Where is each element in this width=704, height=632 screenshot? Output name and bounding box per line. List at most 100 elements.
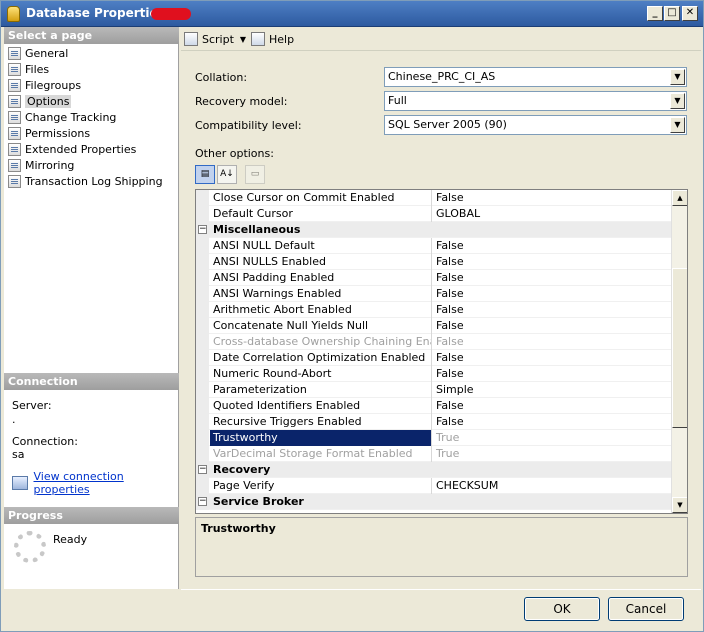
- scroll-thumb[interactable]: [672, 268, 687, 428]
- script-button[interactable]: Script ▼: [184, 30, 246, 48]
- collapse-icon[interactable]: −: [198, 497, 207, 506]
- grid-row[interactable]: Close Cursor on Commit Enabled False: [196, 190, 687, 206]
- grid-row[interactable]: VarDecimal Storage Format Enabled True: [196, 446, 687, 462]
- connection-value: sa: [12, 448, 25, 461]
- description-title: Trustworthy: [201, 522, 276, 535]
- property-value[interactable]: GLOBAL: [433, 206, 670, 222]
- property-name: ANSI NULL Default: [210, 238, 432, 254]
- property-value[interactable]: False: [433, 318, 670, 334]
- property-value[interactable]: False: [433, 286, 670, 302]
- grid-row[interactable]: ANSI NULL Default False: [196, 238, 687, 254]
- grid-category[interactable]: − Miscellaneous: [196, 222, 687, 238]
- grid-row[interactable]: Parameterization Simple: [196, 382, 687, 398]
- cancel-button[interactable]: Cancel: [608, 597, 684, 621]
- property-value[interactable]: False: [433, 414, 670, 430]
- grid-row[interactable]: Trustworthy True: [196, 430, 687, 446]
- grid-row[interactable]: Recursive Triggers Enabled False: [196, 414, 687, 430]
- grid-category[interactable]: − Service Broker: [196, 494, 687, 510]
- grid-category[interactable]: − Recovery: [196, 462, 687, 478]
- chevron-down-icon: ▼: [239, 34, 247, 44]
- grid-row[interactable]: ANSI Padding Enabled False: [196, 270, 687, 286]
- row-gutter[interactable]: −: [196, 494, 209, 510]
- row-gutter[interactable]: −: [196, 222, 209, 238]
- database-icon: [7, 6, 20, 22]
- compatibility-level-select[interactable]: SQL Server 2005 (90) ▼: [384, 115, 687, 135]
- page-item-permissions[interactable]: Permissions: [8, 125, 178, 141]
- grid-row[interactable]: Quoted Identifiers Enabled False: [196, 398, 687, 414]
- categorized-sort-icon[interactable]: ▤: [195, 165, 215, 184]
- page-item-label: Change Tracking: [25, 110, 117, 124]
- chevron-down-icon[interactable]: ▼: [670, 117, 685, 133]
- recovery-model-select[interactable]: Full ▼: [384, 91, 687, 111]
- property-value[interactable]: True: [433, 430, 670, 446]
- property-value[interactable]: False: [433, 302, 670, 318]
- ok-button[interactable]: OK: [524, 597, 600, 621]
- page-item-files[interactable]: Files: [8, 61, 178, 77]
- property-value[interactable]: False: [433, 350, 670, 366]
- page-item-general[interactable]: General: [8, 45, 178, 61]
- property-value[interactable]: False: [433, 270, 670, 286]
- grid-scrollbar[interactable]: ▲ ▼: [671, 190, 687, 513]
- row-gutter: [196, 318, 209, 334]
- page-icon: [8, 142, 21, 156]
- property-value[interactable]: False: [433, 334, 670, 350]
- server-label: Server:: [12, 399, 52, 412]
- property-name: Service Broker: [213, 495, 304, 508]
- page-item-label: Permissions: [25, 126, 91, 140]
- collapse-icon[interactable]: −: [198, 465, 207, 474]
- page-item-label: Transaction Log Shipping: [25, 174, 163, 188]
- property-name: Arithmetic Abort Enabled: [210, 302, 432, 318]
- close-button[interactable]: ✕: [682, 6, 698, 21]
- grid-row[interactable]: Arithmetic Abort Enabled False: [196, 302, 687, 318]
- property-value[interactable]: False: [433, 366, 670, 382]
- recovery-model-value: Full: [388, 94, 407, 107]
- property-value[interactable]: Simple: [433, 382, 670, 398]
- grid-row[interactable]: ANSI Warnings Enabled False: [196, 286, 687, 302]
- view-connection-row: View connection properties: [12, 470, 178, 496]
- grid-row[interactable]: Numeric Round-Abort False: [196, 366, 687, 382]
- help-button[interactable]: Help: [251, 30, 294, 48]
- grid-row[interactable]: Cross-database Ownership Chaining Enable…: [196, 334, 687, 350]
- grid-row[interactable]: Page Verify CHECKSUM: [196, 478, 687, 494]
- page-item-filegroups[interactable]: Filegroups: [8, 77, 178, 93]
- connection-properties-icon: [12, 476, 28, 490]
- property-value[interactable]: CHECKSUM: [433, 478, 670, 494]
- property-name: Date Correlation Optimization Enabled: [210, 350, 432, 366]
- chevron-down-icon[interactable]: ▼: [670, 69, 685, 85]
- title-bar[interactable]: Database Properties - _ □ ✕: [1, 1, 703, 27]
- collation-select[interactable]: Chinese_PRC_CI_AS ▼: [384, 67, 687, 87]
- minimize-button[interactable]: _: [647, 6, 663, 21]
- page-item-extended-properties[interactable]: Extended Properties: [8, 141, 178, 157]
- page-item-change-tracking[interactable]: Change Tracking: [8, 109, 178, 125]
- page-item-transaction-log-shipping[interactable]: Transaction Log Shipping: [8, 173, 178, 189]
- property-grid[interactable]: Close Cursor on Commit Enabled False Defau…: [195, 189, 688, 514]
- scroll-down-icon[interactable]: ▼: [672, 497, 687, 513]
- connection-header: Connection: [4, 373, 179, 390]
- property-value[interactable]: False: [433, 398, 670, 414]
- alphabetical-sort-icon[interactable]: A↓: [217, 165, 237, 184]
- page-item-mirroring[interactable]: Mirroring: [8, 157, 178, 173]
- grid-row[interactable]: Concatenate Null Yields Null False: [196, 318, 687, 334]
- scroll-up-icon[interactable]: ▲: [672, 190, 687, 206]
- description-panel: Trustworthy: [195, 517, 688, 577]
- page-item-label: Extended Properties: [25, 142, 137, 156]
- view-connection-properties-link[interactable]: View connection properties: [34, 470, 179, 496]
- property-value[interactable]: False: [433, 190, 670, 206]
- grid-row[interactable]: ANSI NULLS Enabled False: [196, 254, 687, 270]
- property-name: ANSI NULLS Enabled: [210, 254, 432, 270]
- progress-header: Progress: [4, 507, 179, 524]
- property-pages-icon[interactable]: ▭: [245, 165, 265, 184]
- page-item-options[interactable]: Options: [8, 93, 178, 109]
- maximize-button[interactable]: □: [664, 6, 680, 21]
- property-value[interactable]: False: [433, 238, 670, 254]
- script-icon: [184, 32, 198, 46]
- chevron-down-icon[interactable]: ▼: [670, 93, 685, 109]
- grid-row[interactable]: Default Cursor GLOBAL: [196, 206, 687, 222]
- property-value[interactable]: True: [433, 446, 670, 462]
- row-gutter[interactable]: −: [196, 462, 209, 478]
- page-icon: [8, 62, 21, 76]
- collapse-icon[interactable]: −: [198, 225, 207, 234]
- grid-row[interactable]: Date Correlation Optimization Enabled Fal…: [196, 350, 687, 366]
- property-value[interactable]: False: [433, 254, 670, 270]
- row-gutter: [196, 430, 209, 446]
